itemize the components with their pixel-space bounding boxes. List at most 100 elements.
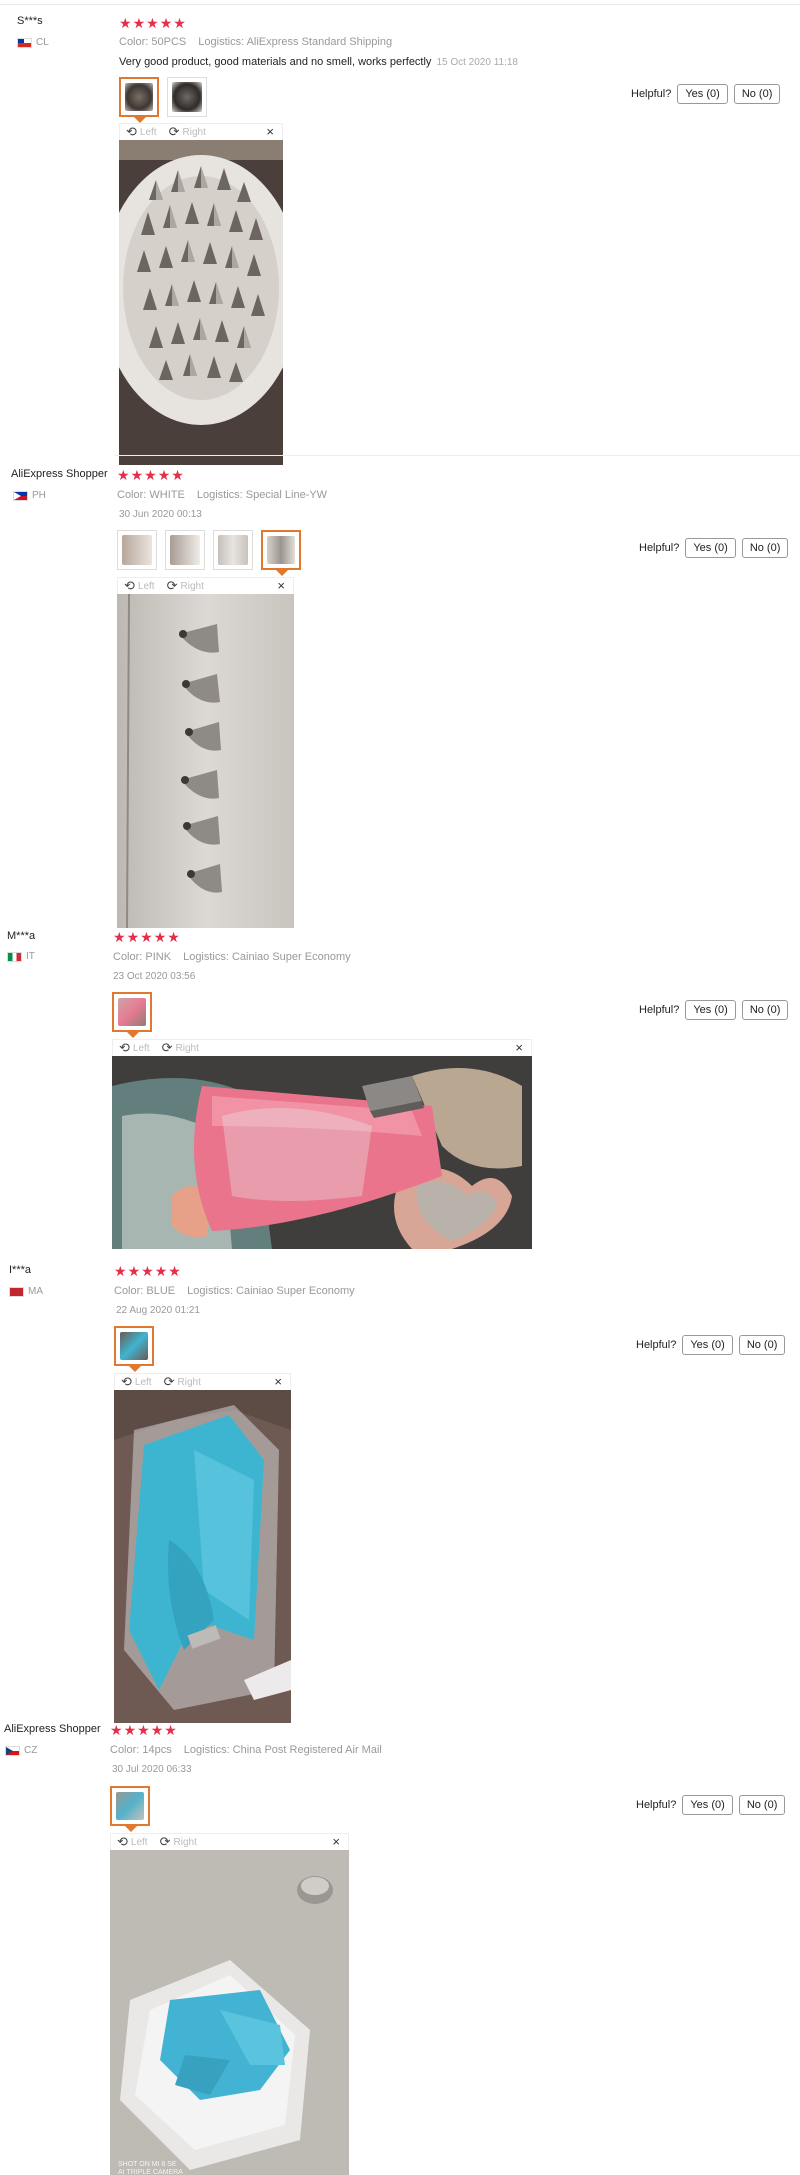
rotate-left-label[interactable]: Left: [135, 1377, 152, 1388]
reviewer-name: AliExpress Shopper: [4, 1723, 101, 1735]
helpful-yes-button[interactable]: Yes (0): [682, 1335, 733, 1355]
rotate-right-label[interactable]: Right: [183, 127, 206, 138]
rotate-left-icon[interactable]: ⟲: [126, 124, 137, 140]
helpful-no-button[interactable]: No (0): [738, 1795, 786, 1815]
rotate-left-icon[interactable]: ⟲: [117, 1834, 128, 1850]
photo-thumbnails: [117, 530, 301, 576]
nozzles-row-photo-image: [117, 594, 294, 928]
rotate-right-icon[interactable]: ⟳: [167, 578, 178, 594]
helpful-label: Helpful?: [636, 1339, 677, 1351]
country-code: CL: [36, 37, 49, 48]
helpful-section: Helpful? Yes (0) No (0): [636, 1795, 786, 1815]
rotate-left-label[interactable]: Left: [140, 127, 157, 138]
rotate-left-icon[interactable]: ⟲: [124, 578, 135, 594]
review-content: Very good product, good materials and no…: [119, 56, 518, 68]
review-meta: Color: 14pcs Logistics: China Post Regist…: [110, 1744, 382, 1756]
helpful-no-button[interactable]: No (0): [741, 538, 789, 558]
review-logistics: Logistics: AliExpress Standard Shipping: [198, 36, 393, 48]
photo-thumbnail[interactable]: [167, 77, 207, 117]
review-color: Color: 14pcs: [110, 1744, 172, 1756]
rotate-right-label[interactable]: Right: [178, 1377, 201, 1388]
star-icon: ★: [153, 929, 167, 945]
rotate-right-icon[interactable]: ⟳: [164, 1374, 175, 1390]
review-photo: SHOT ON MI 8 SE AI TRIPLE CAMERA: [110, 1850, 349, 2175]
rotate-right-icon[interactable]: ⟳: [169, 124, 180, 140]
review-date: 15 Oct 2020 11:18: [436, 57, 518, 68]
helpful-no-button[interactable]: No (0): [741, 1000, 789, 1020]
reviewer-country: PH: [13, 490, 46, 501]
rotate-left-label[interactable]: Left: [138, 581, 155, 592]
helpful-section: Helpful? Yes (0) No (0): [639, 538, 789, 558]
helpful-yes-button[interactable]: Yes (0): [685, 1000, 736, 1020]
star-icon: ★: [137, 1722, 150, 1738]
helpful-no-button[interactable]: No (0): [738, 1335, 786, 1355]
star-icon: ★: [167, 929, 180, 945]
review-date: 30 Jun 2020 00:13: [119, 509, 202, 520]
close-icon[interactable]: ×: [332, 1834, 340, 1850]
review-logistics: Logistics: Special Line-YW: [196, 489, 328, 501]
photo-thumbnails: [110, 1786, 150, 1832]
helpful-yes-button[interactable]: Yes (0): [682, 1795, 733, 1815]
photo-viewer: ⟲ Left ⟳ Right ×: [112, 1039, 532, 1249]
photo-thumbnail[interactable]: [114, 1326, 154, 1372]
star-icon: ★: [159, 15, 173, 31]
star-icon: ★: [144, 467, 157, 483]
review-date: 23 Oct 2020 03:56: [113, 971, 196, 982]
close-icon[interactable]: ×: [515, 1040, 523, 1056]
review-divider: [114, 455, 800, 456]
helpful-no-button[interactable]: No (0): [733, 84, 781, 104]
close-icon[interactable]: ×: [274, 1374, 282, 1390]
helpful-yes-button[interactable]: Yes (0): [677, 84, 728, 104]
country-code: PH: [32, 490, 46, 501]
rotate-right-icon[interactable]: ⟳: [160, 1834, 171, 1850]
star-icon: ★: [150, 1722, 164, 1738]
blue-bag-photo-image: [114, 1390, 291, 1723]
pink-bag-photo-image: [112, 1056, 532, 1249]
helpful-label: Helpful?: [639, 542, 680, 554]
photo-thumbnail[interactable]: [261, 530, 301, 576]
rotate-left-label[interactable]: Left: [133, 1043, 150, 1054]
photo-thumbnail[interactable]: [110, 1786, 150, 1832]
review-meta: Color: WHITE Logistics: Special Line-YW: [117, 489, 327, 501]
photo-thumbnail[interactable]: [112, 992, 152, 1038]
review-logistics: Logistics: Cainiao Super Economy: [183, 951, 351, 963]
star-icon: ★: [171, 467, 184, 483]
photo-viewer: ⟲ Left ⟳ Right ×: [114, 1373, 291, 1723]
rotate-left-label[interactable]: Left: [131, 1837, 148, 1848]
top-divider: [0, 4, 800, 5]
rotate-left-icon[interactable]: ⟲: [119, 1040, 130, 1056]
rotate-right-label[interactable]: Right: [176, 1043, 199, 1054]
photo-viewer: ⟲ Left ⟳ Right × SHOT ON MI 8 SE AI TRIPLE…: [110, 1833, 349, 2175]
close-icon[interactable]: ×: [266, 124, 274, 140]
rotate-left-icon[interactable]: ⟲: [121, 1374, 132, 1390]
helpful-section: Helpful? Yes (0) No (0): [636, 1335, 786, 1355]
review-date: 30 Jul 2020 06:33: [112, 1764, 192, 1775]
reviewer-country: CL: [17, 37, 49, 48]
review-photo: [114, 1390, 291, 1723]
star-icon: ★: [117, 467, 130, 483]
rating-stars: ★ ★ ★ ★ ★: [110, 1723, 177, 1737]
rotate-right-icon[interactable]: ⟳: [162, 1040, 173, 1056]
photo-viewer: ⟲ Left ⟳ Right ×: [119, 123, 283, 465]
review-meta: Color: 50PCS Logistics: AliExpress Standa…: [119, 36, 392, 48]
rotate-right-label[interactable]: Right: [174, 1837, 197, 1848]
review-logistics: Logistics: China Post Registered Air Mai…: [183, 1744, 382, 1756]
photo-thumbnails: [114, 1326, 154, 1372]
photo-viewer-toolbar: ⟲ Left ⟳ Right ×: [117, 577, 294, 594]
helpful-label: Helpful?: [639, 1004, 680, 1016]
photo-thumbnail[interactable]: [117, 530, 157, 570]
flag-ph-icon: [13, 490, 28, 501]
photo-thumbnail[interactable]: [213, 530, 253, 570]
flag-it-icon: [7, 951, 22, 962]
helpful-yes-button[interactable]: Yes (0): [685, 538, 736, 558]
review-photo: [119, 140, 283, 465]
rotate-right-label[interactable]: Right: [181, 581, 204, 592]
review-photo: [117, 594, 294, 928]
photo-thumbnail[interactable]: [119, 77, 159, 123]
review-color: Color: 50PCS: [119, 36, 187, 48]
photo-viewer-toolbar: ⟲ Left ⟳ Right ×: [110, 1833, 349, 1850]
photo-thumbnail[interactable]: [165, 530, 205, 570]
close-icon[interactable]: ×: [277, 578, 285, 594]
review-date: 22 Aug 2020 01:21: [116, 1305, 200, 1316]
rating-stars: ★ ★ ★ ★ ★: [113, 930, 180, 944]
